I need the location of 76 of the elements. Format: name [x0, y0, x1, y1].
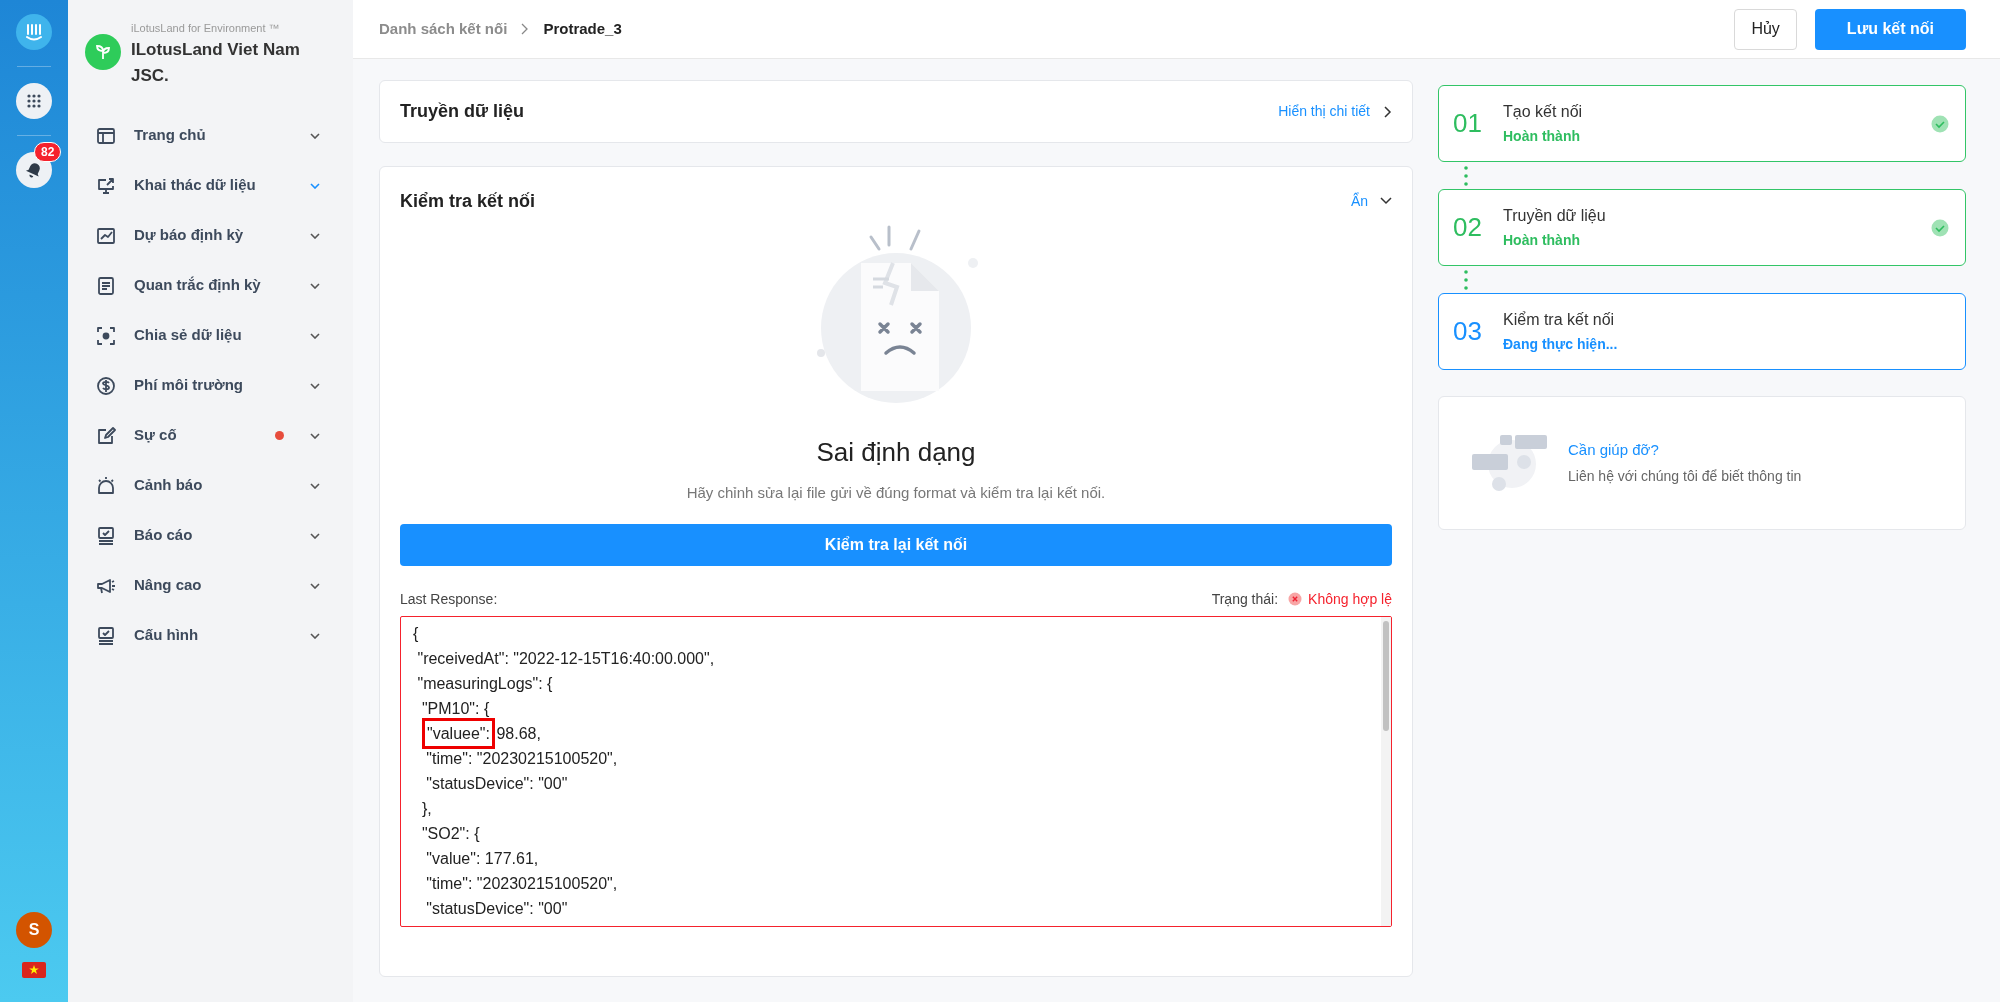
monitor-check-icon [96, 625, 116, 646]
monitor-check-icon [96, 525, 116, 546]
code-line: "statusDevice": "00" [425, 898, 568, 919]
sidebar-item[interactable]: Cấu hình [85, 610, 331, 661]
step-card[interactable]: 01 Tạo kết nối Hoàn thành [1438, 85, 1966, 162]
chevron-right-icon [1384, 105, 1392, 118]
sidebar-item[interactable]: Khai thác dữ liệu [85, 160, 331, 211]
code-line: "value": 177.61, [425, 848, 539, 869]
sidebar-item[interactable]: Cảnh báo [85, 460, 331, 511]
monitor-arrow-icon [96, 175, 116, 196]
code-line: 98.68, [495, 723, 541, 744]
code-line: { [413, 623, 419, 644]
step-card[interactable]: 03 Kiểm tra kết nối Đang thực hiện... [1438, 293, 1966, 370]
step-status: Hoàn thành [1503, 231, 1581, 250]
note-icon [96, 275, 116, 296]
sidebar-item[interactable]: Sự cố [85, 410, 331, 461]
sidebar-item[interactable]: Phí môi trường [85, 360, 331, 411]
step-title: Kiểm tra kết nối [1503, 310, 1616, 330]
step-connector [1464, 268, 1468, 291]
logo-icon [24, 22, 44, 42]
highlighted-key: "valuee": [425, 720, 492, 746]
flag-icon[interactable] [22, 962, 46, 978]
code-line: "SO2": { [420, 823, 480, 844]
bell-icon [25, 161, 43, 179]
step-card[interactable]: 02 Truyền dữ liệu Hoàn thành [1438, 189, 1966, 266]
result-title: Sai định dạng [815, 436, 977, 469]
code-line: "PM10": { [420, 698, 490, 719]
card-title: Truyền dữ liệu [400, 100, 525, 123]
sidebar-item[interactable]: Trang chủ [85, 110, 331, 161]
app-logo[interactable] [16, 14, 52, 50]
breadcrumb-current: Protrade_3 [543, 18, 622, 39]
error-icon [1288, 592, 1303, 606]
chevron-down-icon [1380, 197, 1392, 205]
step-status: Hoàn thành [1503, 127, 1581, 146]
brand-tagline: iLotusLand for Environment ™ [131, 21, 281, 36]
scrollbar-thumb[interactable] [1383, 620, 1389, 731]
dollar-icon [96, 375, 116, 396]
apps-grid-button[interactable] [16, 83, 52, 119]
response-label: Last Response: [400, 589, 498, 609]
step-number: 03 [1453, 315, 1483, 348]
check-circle-icon [1931, 114, 1949, 133]
company-name: ILotusLand Viet Nam JSC. [131, 38, 301, 87]
sprout-icon [94, 43, 112, 61]
check-circle-icon [1931, 218, 1949, 237]
sidebar-item[interactable]: Nâng cao [85, 560, 331, 611]
user-avatar[interactable]: S [16, 912, 52, 948]
step-number: 02 [1453, 211, 1483, 244]
card-title: Kiểm tra kết nối [400, 189, 536, 213]
chart-icon [96, 225, 116, 246]
chevron-right-icon [521, 23, 530, 35]
step-status: Đang thực hiện... [1503, 335, 1619, 354]
sidebar-item[interactable]: Chia sẻ dữ liệu [85, 310, 331, 361]
step-title: Tạo kết nối [1503, 102, 1584, 122]
sidebar-item[interactable]: Báo cáo [85, 510, 331, 561]
edit-icon [96, 425, 116, 446]
code-line: "measuringLogs": { [416, 673, 553, 694]
step-number: 01 [1453, 107, 1483, 140]
code-line: "time": "20230215100520", [425, 748, 618, 769]
step-connector [1464, 164, 1468, 187]
status-value: Không hợp lệ [1308, 589, 1392, 609]
cancel-button[interactable]: Hủy [1734, 8, 1797, 50]
code-line: "receivedAt": "2022-12-15T16:40:00.000", [416, 648, 715, 669]
siren-icon [96, 475, 116, 496]
focus-icon [96, 325, 116, 346]
help-text: Liên hệ với chúng tôi để biết thông tin [1568, 466, 1802, 486]
code-line: "statusDevice": "00" [425, 773, 568, 794]
sidebar-item[interactable]: Quan trắc định kỳ [85, 260, 331, 311]
code-line: }, [420, 798, 432, 819]
layout-icon [96, 125, 116, 146]
status-label: Trạng thái: [1211, 589, 1279, 609]
result-message: Hãy chỉnh sửa lại file gửi về đúng format và kiểm tra lại kết nối. [685, 483, 1107, 503]
notification-count-badge: 82 [34, 142, 62, 162]
step-title: Truyền dữ liệu [1503, 206, 1607, 226]
grid-icon [26, 93, 42, 109]
code-line: "time": "20230215100520", [425, 873, 618, 894]
sidebar-item[interactable]: Dự báo định kỳ [85, 210, 331, 261]
